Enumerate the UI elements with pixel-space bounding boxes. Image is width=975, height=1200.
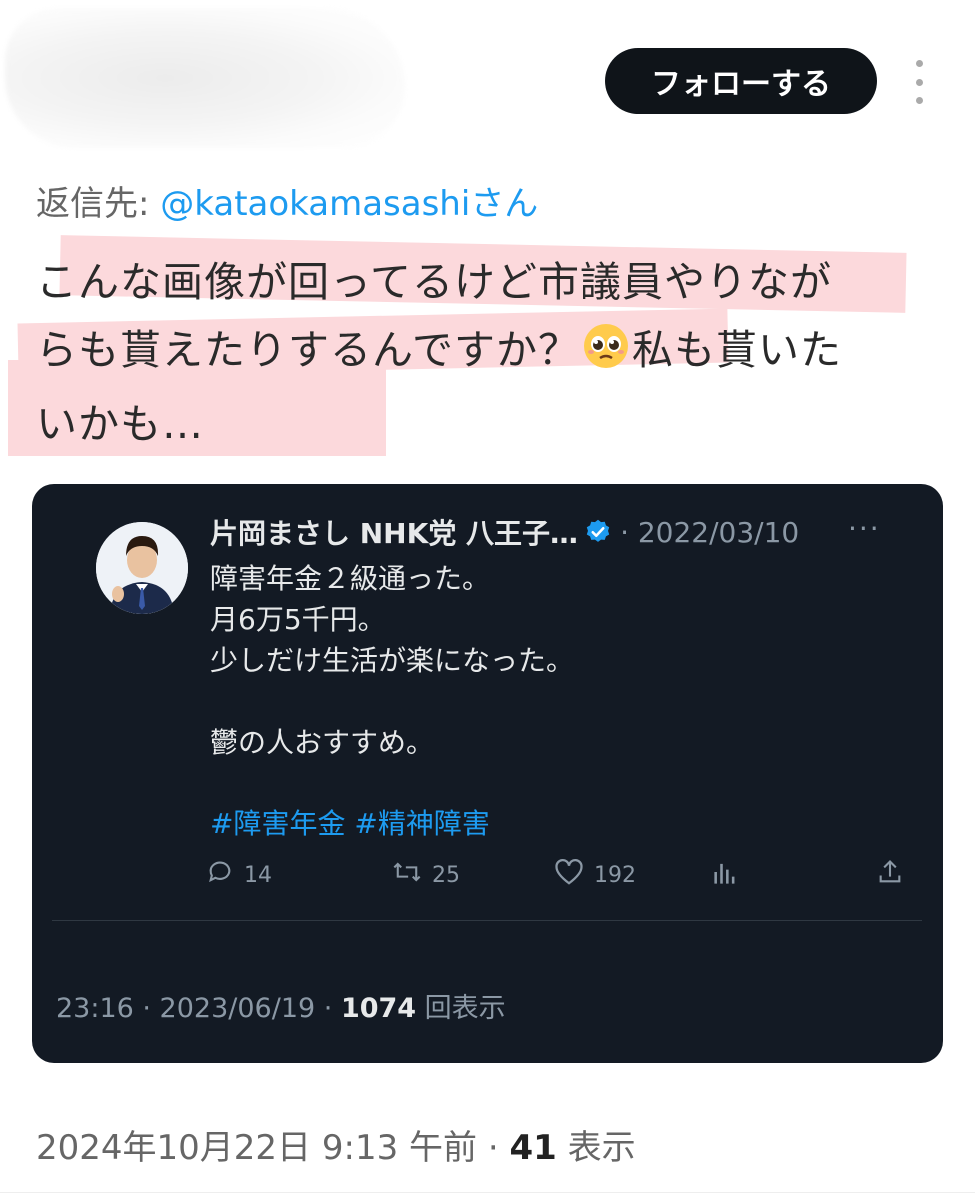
embedded-divider	[52, 920, 922, 921]
tweet-footer: 2024年10月22日 9:13 午前 · 41 表示	[36, 1120, 636, 1169]
embedded-view-count: 1074	[340, 993, 417, 1024]
tweet-line-3: いかも…	[36, 400, 204, 448]
embedded-body-line: 月6万5千円。	[210, 603, 386, 636]
analytics-action[interactable]	[712, 858, 738, 892]
embedded-body-line	[210, 681, 910, 722]
verified-badge-icon	[584, 518, 612, 546]
tweet-line-2: らも貰えたりするんですか？ 私も貰いた	[36, 316, 936, 390]
embedded-body-line: 鬱の人おすすめ。	[210, 726, 435, 759]
like-action[interactable]: 192	[554, 858, 636, 892]
embedded-action-bar: 14 25 192	[206, 858, 901, 898]
reply-handle-link[interactable]: @kataokamasashi	[160, 184, 470, 224]
embedded-date: · 2022/03/10	[620, 515, 800, 549]
retweet-count: 25	[432, 862, 460, 888]
embedded-tweet-header: 片岡まさし NHK党 八王子… · 2022/03/10	[210, 512, 930, 552]
reply-handle-suffix: さん	[470, 184, 539, 224]
tweet-timestamp[interactable]: 2024年10月22日 9:13 午前 ·	[36, 1128, 509, 1168]
tweet-line-1: こんな画像が回ってるけど市議員やりなが	[36, 258, 832, 306]
like-count: 192	[594, 862, 636, 888]
analytics-bar-icon	[712, 858, 738, 892]
heart-icon	[554, 858, 584, 892]
embedded-tweet-body: 障害年金２級通った。 月6万5千円。 少しだけ生活が楽になった。 鬱の人おすすめ…	[210, 558, 910, 763]
avatar[interactable]	[96, 522, 188, 614]
embedded-footer: 23:16 · 2023/06/19 · 1074 回表示	[56, 986, 506, 1025]
embedded-more-icon[interactable]: ···	[848, 512, 881, 545]
embedded-tweet-screenshot[interactable]: 片岡まさし NHK党 八王子… · 2022/03/10 ··· 障害年金２級通…	[32, 484, 943, 1063]
embedded-body-line: 少しだけ生活が楽になった。	[210, 644, 575, 677]
reply-icon	[206, 858, 234, 892]
more-vertical-icon[interactable]	[904, 60, 934, 104]
share-icon	[876, 858, 904, 892]
follow-button[interactable]: フォローする	[605, 48, 877, 114]
embedded-author-name[interactable]: 片岡まさし NHK党 八王子…	[210, 512, 578, 552]
retweet-icon	[392, 858, 422, 892]
retweet-action[interactable]: 25	[392, 858, 460, 892]
embedded-hashtags[interactable]: #障害年金 #精神障害	[210, 802, 490, 842]
embedded-body-line: 障害年金２級通った。	[210, 562, 491, 595]
pleading-face-emoji-icon	[582, 322, 630, 390]
view-count: 41	[509, 1128, 557, 1168]
embedded-timestamp: 23:16 · 2023/06/19 ·	[56, 993, 341, 1024]
bottom-divider	[0, 1192, 975, 1193]
embedded-view-label: 回表示	[416, 993, 506, 1024]
share-action[interactable]	[876, 858, 904, 892]
tweet-text: こんな画像が回ってるけど市議員やりなが らも貰えたりするんですか？ 私も貰いた い…	[36, 248, 936, 458]
reply-to-line: 返信先: @kataokamasashiさん	[36, 176, 538, 225]
reply-to-prefix: 返信先:	[36, 184, 161, 224]
redacted-user-info	[5, 8, 405, 148]
view-label: 表示	[556, 1128, 636, 1168]
reply-action[interactable]: 14	[206, 858, 272, 892]
reply-count: 14	[244, 862, 272, 888]
